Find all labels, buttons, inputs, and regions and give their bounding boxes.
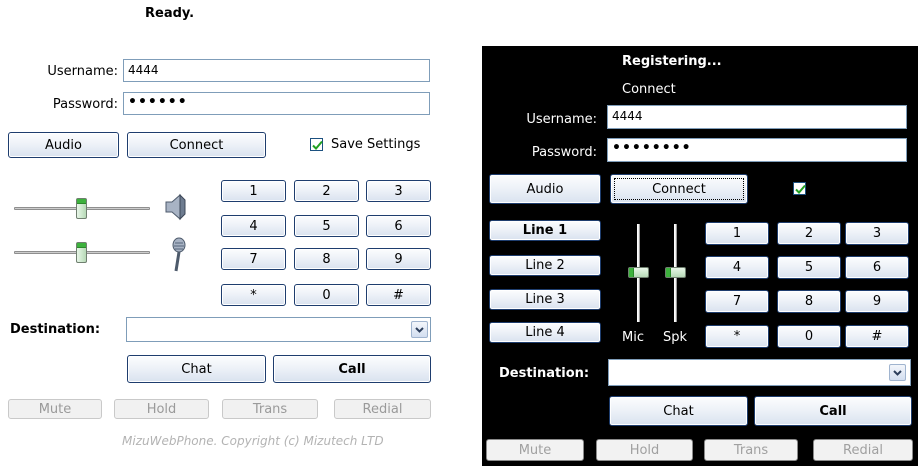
speaker-label: Spk — [663, 330, 688, 345]
speaker-volume-slider[interactable] — [76, 198, 87, 219]
line-2-button[interactable]: Line 2 — [489, 255, 601, 276]
dialpad-key-8[interactable]: 8 — [294, 248, 359, 270]
status-text: Registering... — [622, 54, 722, 69]
hold-button[interactable]: Hold — [596, 439, 693, 461]
dialpad-key-0[interactable]: 0 — [777, 325, 841, 348]
password-field[interactable]: •••••• — [123, 92, 430, 115]
mic-volume-slider[interactable] — [76, 242, 87, 263]
redial-button[interactable]: Redial — [813, 439, 913, 461]
call-button[interactable]: Call — [273, 355, 431, 383]
dialpad-key-5[interactable]: 5 — [777, 256, 841, 279]
dialpad-key-4[interactable]: 4 — [705, 256, 769, 279]
connect-button[interactable]: Connect — [610, 174, 748, 204]
dialpad-key-9[interactable]: 9 — [366, 248, 431, 270]
mute-button[interactable]: Mute — [486, 439, 584, 461]
dialpad-key-0[interactable]: 0 — [294, 284, 359, 306]
destination-field[interactable] — [608, 359, 911, 386]
redial-button[interactable]: Redial — [334, 399, 431, 419]
chat-button[interactable]: Chat — [127, 355, 266, 383]
dialpad-key-star[interactable]: * — [221, 284, 286, 306]
dialpad-key-1[interactable]: 1 — [221, 180, 286, 202]
dialpad-key-6[interactable]: 6 — [366, 215, 431, 237]
dialpad-key-2[interactable]: 2 — [294, 180, 359, 202]
username-label: Username: — [47, 64, 118, 79]
save-settings-label: Save Settings — [331, 137, 421, 152]
mic-label: Mic — [622, 330, 644, 345]
username-label: Username: — [526, 112, 597, 127]
mute-button[interactable]: Mute — [8, 399, 102, 419]
chevron-down-icon — [415, 326, 424, 333]
speaker-volume-slider[interactable] — [665, 267, 686, 278]
dialpad-key-3[interactable]: 3 — [366, 180, 431, 202]
save-settings-checkbox[interactable] — [793, 182, 806, 195]
dialpad-key-7[interactable]: 7 — [705, 290, 769, 313]
username-field[interactable]: 4444 — [123, 59, 430, 82]
dialpad-key-7[interactable]: 7 — [221, 248, 286, 270]
dialpad-key-hash[interactable]: # — [366, 284, 431, 306]
call-button[interactable]: Call — [754, 396, 912, 426]
copyright-text: MizuWebPhone. Copyright (c) Mizutech LTD — [122, 434, 384, 448]
dialpad-key-3[interactable]: 3 — [845, 222, 909, 245]
dialpad-key-star[interactable]: * — [705, 325, 769, 348]
audio-button[interactable]: Audio — [489, 174, 601, 204]
transfer-button[interactable]: Trans — [222, 399, 318, 419]
destination-dropdown[interactable] — [889, 364, 906, 381]
dialpad-key-hash[interactable]: # — [845, 325, 909, 348]
dialpad-key-8[interactable]: 8 — [777, 290, 841, 313]
chat-button[interactable]: Chat — [609, 396, 748, 426]
checkmark-icon — [795, 184, 806, 194]
mic-volume-slider[interactable] — [628, 267, 649, 278]
save-settings-checkbox[interactable] — [310, 138, 323, 151]
password-label: Password: — [52, 97, 118, 112]
line-3-button[interactable]: Line 3 — [489, 289, 601, 310]
dialpad-key-2[interactable]: 2 — [777, 222, 841, 245]
destination-field[interactable] — [126, 317, 431, 342]
username-field[interactable]: 4444 — [607, 105, 907, 129]
dark-phone: Registering... Connect Username: 4444 Pa… — [482, 46, 918, 466]
dialpad-key-6[interactable]: 6 — [845, 256, 909, 279]
dialpad-key-5[interactable]: 5 — [294, 215, 359, 237]
audio-button[interactable]: Audio — [8, 132, 119, 158]
hold-button[interactable]: Hold — [114, 399, 209, 419]
password-field[interactable]: •••••••• — [607, 138, 907, 162]
chevron-down-icon — [893, 369, 902, 376]
line-4-button[interactable]: Line 4 — [489, 322, 601, 343]
password-label: Password: — [531, 145, 597, 160]
dialpad-key-4[interactable]: 4 — [221, 215, 286, 237]
speaker-icon — [165, 193, 186, 221]
microphone-icon — [172, 237, 186, 272]
transfer-button[interactable]: Trans — [704, 439, 798, 461]
destination-label: Destination: — [10, 322, 101, 337]
checkmark-icon — [312, 140, 323, 150]
dialpad-key-1[interactable]: 1 — [705, 222, 769, 245]
connection-status: Connect — [622, 82, 676, 97]
destination-dropdown[interactable] — [411, 321, 428, 338]
status-text: Ready. — [145, 6, 195, 21]
destination-label: Destination: — [499, 366, 590, 381]
line-1-button[interactable]: Line 1 — [489, 220, 601, 241]
dialpad-key-9[interactable]: 9 — [845, 290, 909, 313]
connect-button[interactable]: Connect — [127, 132, 266, 158]
